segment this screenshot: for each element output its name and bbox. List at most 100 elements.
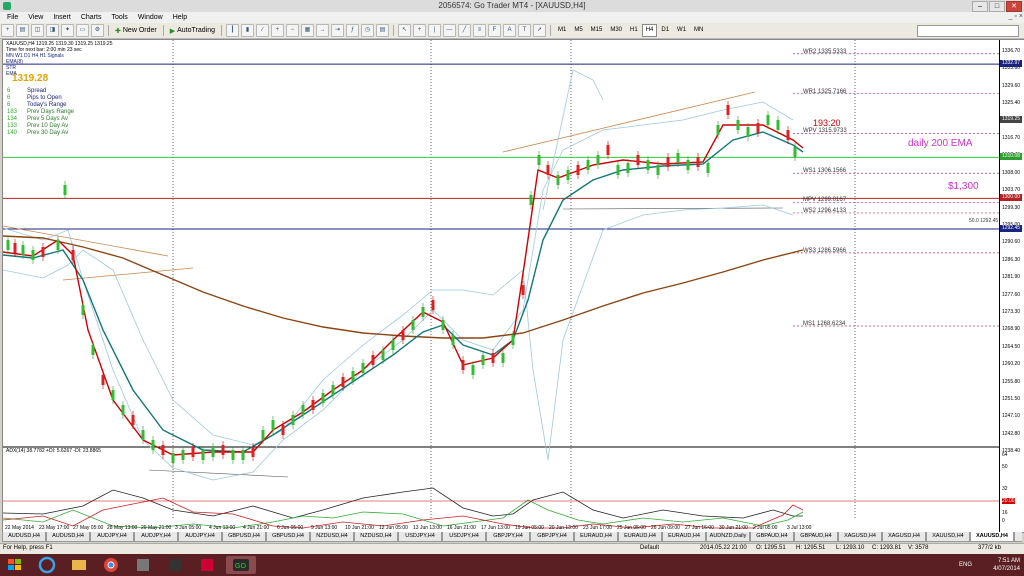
trendline-icon[interactable]: ╱ <box>457 24 471 37</box>
cursor-icon[interactable]: ↖ <box>397 24 411 37</box>
menu-file[interactable]: File <box>2 14 23 21</box>
stat-row: 6 Pips to Open <box>7 95 62 102</box>
menu-charts[interactable]: Charts <box>76 14 107 21</box>
fibonacci-icon[interactable]: F <box>487 24 501 37</box>
zoom-in-icon[interactable]: + <box>270 24 284 37</box>
channel-icon[interactable]: ≡ <box>472 24 486 37</box>
tray-time: 7:51 AM <box>997 558 1020 564</box>
candle-body <box>301 405 305 415</box>
navigator-icon[interactable]: ✦ <box>61 24 74 37</box>
symbol-tab[interactable]: EURAUD,H4 <box>574 532 618 542</box>
symbol-tab[interactable]: XAUUSD,H4 <box>926 532 970 542</box>
mdi-close-icon[interactable]: × <box>1019 13 1023 20</box>
ie-icon[interactable] <box>32 556 62 574</box>
label-icon[interactable]: T <box>517 24 531 37</box>
symbol-tab[interactable]: GBPAUD,H4 <box>750 532 794 542</box>
chart-window[interactable]: XAUUSD,H4 1319.25 1319.30 1319.25 1319.2… <box>2 39 1024 533</box>
bar-high: H: 1295.51 <box>796 545 826 551</box>
price-tag: 1292.45 <box>1000 225 1022 233</box>
symbol-tab[interactable]: NZDUSD,H4 <box>310 532 354 542</box>
autoscroll-icon[interactable]: → <box>315 24 329 37</box>
menu-view[interactable]: View <box>23 14 48 21</box>
symbol-tab[interactable]: AUDJPY,H4 <box>134 532 178 542</box>
explorer-icon[interactable] <box>64 556 94 574</box>
symbol-tab[interactable]: GBPJPY,H4 <box>486 532 530 542</box>
symbol-tab[interactable]: AUDUSD,H4 <box>46 532 90 542</box>
symbol-tab[interactable]: EURAUD,H4 <box>618 532 662 542</box>
start-button[interactable] <box>4 556 26 574</box>
new-chart-icon[interactable]: + <box>1 24 14 37</box>
tile-windows-icon[interactable]: ▦ <box>300 24 314 37</box>
symbol-tab[interactable]: NZDUSD,H4 <box>354 532 398 542</box>
strategy-tester-icon[interactable]: ⚙ <box>91 24 104 37</box>
symbol-tab[interactable]: XAGUSD,H4 <box>882 532 926 542</box>
bar-datetime: 2014.05.22 21:00 <box>700 545 747 551</box>
symbol-tab[interactable]: USDJPY,H4 <box>442 532 486 542</box>
chrome-icon[interactable] <box>96 556 126 574</box>
periods-icon[interactable]: ◷ <box>360 24 374 37</box>
autotrading-button[interactable]: ▶ AutoTrading <box>167 27 218 35</box>
mt4-task-button[interactable]: GO <box>226 556 256 574</box>
menu-tools[interactable]: Tools <box>106 14 132 21</box>
symbol-tab[interactable]: AUDNZD,Daily <box>706 532 750 542</box>
symbol-tab[interactable]: XAGUSD,H4 <box>838 532 882 542</box>
search-input[interactable] <box>917 25 1019 37</box>
bar-chart-icon[interactable]: ┃ <box>225 24 239 37</box>
tf-h1[interactable]: H1 <box>626 24 642 37</box>
symbol-tab[interactable]: AUDUSD,H4 <box>2 532 46 542</box>
symbol-tab[interactable]: GBPUSD,H4 <box>266 532 310 542</box>
symbol-tab[interactable]: XAUUSD,H4 <box>970 532 1014 542</box>
chart-shift-icon[interactable]: ⇥ <box>330 24 344 37</box>
menu-insert[interactable]: Insert <box>48 14 76 21</box>
maximize-button[interactable]: □ <box>989 1 1005 12</box>
symbol-tab[interactable]: GBPAUD,H4 <box>794 532 838 542</box>
tf-h4[interactable]: H4 <box>641 24 658 37</box>
system-tray[interactable]: ENG 7:51 AM 4/07/2014 <box>959 557 1020 573</box>
minimize-button[interactable]: – <box>972 1 988 12</box>
tf-w1[interactable]: W1 <box>673 24 690 37</box>
price-chart[interactable] <box>3 40 999 532</box>
menu-window[interactable]: Window <box>133 14 168 21</box>
profiles-icon[interactable]: ▤ <box>16 24 29 37</box>
close-button[interactable]: ✕ <box>1006 1 1022 12</box>
symbol-tab[interactable]: AUDJPY,H4 <box>90 532 134 542</box>
symbol-tab[interactable]: AUDJPY,H4 <box>178 532 222 542</box>
tf-m5[interactable]: M5 <box>570 24 586 37</box>
tf-m15[interactable]: M15 <box>587 24 607 37</box>
adx-header: ADX(14) 38.7782 +DI: 5.6267 -DI: 23.8865 <box>6 448 101 454</box>
horizontal-line-icon[interactable]: — <box>442 24 456 37</box>
symbol-tab[interactable]: SP500,D <box>1014 532 1022 542</box>
symbol-tab[interactable]: USDJPY,H4 <box>398 532 442 542</box>
line-chart-icon[interactable]: ∕ <box>255 24 269 37</box>
vertical-line-icon[interactable]: | <box>427 24 441 37</box>
market-watch-icon[interactable]: ◫ <box>31 24 44 37</box>
candle-body <box>151 440 155 450</box>
symbol-tab[interactable]: GBPJPY,H4 <box>530 532 574 542</box>
symbol-tab[interactable]: GBPUSD,H4 <box>222 532 266 542</box>
candle-body <box>91 345 95 355</box>
arrows-icon[interactable]: ➚ <box>532 24 546 37</box>
templates-icon[interactable]: ▤ <box>375 24 389 37</box>
data-window-icon[interactable]: ◨ <box>46 24 59 37</box>
price-tick: 1277.60 <box>1002 291 1021 298</box>
text-icon[interactable]: A <box>502 24 516 37</box>
candle-body <box>281 425 285 435</box>
candle-body <box>636 155 640 165</box>
tf-d1[interactable]: D1 <box>657 24 673 37</box>
mdi-minimize-icon[interactable]: _ <box>1009 13 1013 20</box>
indicators-icon[interactable]: ƒ <box>345 24 359 37</box>
terminal-icon[interactable]: ▭ <box>76 24 89 37</box>
symbol-tab[interactable]: EURAUD,H4 <box>662 532 706 542</box>
tf-m1[interactable]: M1 <box>554 24 570 37</box>
calculator-icon[interactable] <box>128 556 158 574</box>
paint-icon[interactable] <box>192 556 222 574</box>
tf-m30[interactable]: M30 <box>606 24 626 37</box>
terminal-app-icon[interactable] <box>160 556 190 574</box>
mdi-restore-icon[interactable]: ▫ <box>1014 13 1016 20</box>
zoom-out-icon[interactable]: − <box>285 24 299 37</box>
candlestick-icon[interactable]: ▮ <box>240 24 254 37</box>
crosshair-icon[interactable]: + <box>412 24 426 37</box>
menu-help[interactable]: Help <box>168 14 192 21</box>
new-order-button[interactable]: ✚ New Order <box>112 27 160 35</box>
tf-mn[interactable]: MN <box>690 24 707 37</box>
